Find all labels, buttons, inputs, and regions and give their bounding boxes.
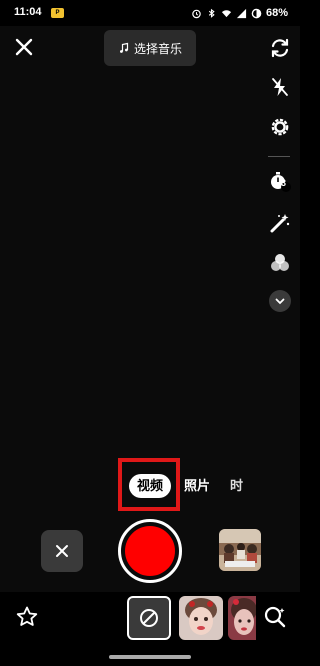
no-effect-button[interactable] xyxy=(127,596,171,640)
mode-time-tab[interactable]: 时 xyxy=(230,474,243,498)
timer-button[interactable]: 3 xyxy=(267,168,293,194)
star-icon xyxy=(16,606,38,626)
music-note-icon xyxy=(119,42,129,53)
select-music-button[interactable]: 选择音乐 xyxy=(104,30,196,66)
mode-photo-tab[interactable]: 照片 xyxy=(184,474,210,498)
more-tools-button[interactable] xyxy=(269,290,291,312)
filters-button[interactable] xyxy=(267,250,293,276)
gallery-thumbnail xyxy=(219,529,261,571)
timer-count: 3 xyxy=(281,178,287,188)
toolbar-divider xyxy=(268,156,290,157)
close-button[interactable] xyxy=(13,36,35,58)
record-button-core xyxy=(125,526,175,576)
bluetooth-icon xyxy=(208,8,215,18)
chevron-down-icon xyxy=(275,298,285,305)
home-indicator xyxy=(109,655,191,659)
battery-icon xyxy=(251,8,262,18)
battery-percent: 68% xyxy=(265,7,288,19)
close-icon xyxy=(56,545,68,557)
effect-thumbnail-2[interactable] xyxy=(228,596,256,640)
flash-off-icon xyxy=(272,78,288,96)
search-icon xyxy=(264,606,286,628)
filters-icon xyxy=(271,254,289,271)
select-music-label: 选择音乐 xyxy=(133,41,182,56)
settings-button[interactable] xyxy=(267,114,293,140)
close-icon xyxy=(15,38,33,56)
annotation-highlight-box xyxy=(118,458,180,511)
flash-button[interactable] xyxy=(267,74,293,100)
signal-icon xyxy=(236,8,247,18)
face-effect-preview xyxy=(179,596,223,640)
flip-camera-icon xyxy=(271,38,289,58)
status-icons: 68% xyxy=(191,6,288,20)
discard-button[interactable] xyxy=(41,530,83,572)
status-bar: 11:04 P 68% xyxy=(0,0,300,26)
effects-bar xyxy=(0,592,300,666)
favorite-effects-button[interactable] xyxy=(15,605,39,629)
flip-camera-button[interactable] xyxy=(267,35,293,61)
magic-wand-icon xyxy=(270,214,290,233)
magic-wand-button[interactable] xyxy=(267,210,293,236)
timer-icon xyxy=(271,172,291,192)
effect-thumbnail-1[interactable] xyxy=(179,596,223,640)
face-effect-preview xyxy=(228,596,256,640)
wifi-icon xyxy=(221,9,232,17)
status-time: 11:04 xyxy=(14,6,42,18)
no-effect-icon xyxy=(140,609,158,627)
notification-badge: P xyxy=(51,8,64,18)
settings-icon xyxy=(271,118,289,136)
record-button[interactable] xyxy=(118,519,182,583)
gallery-button[interactable] xyxy=(219,529,261,571)
search-effects-button[interactable] xyxy=(262,604,288,630)
alarm-icon xyxy=(192,9,201,18)
